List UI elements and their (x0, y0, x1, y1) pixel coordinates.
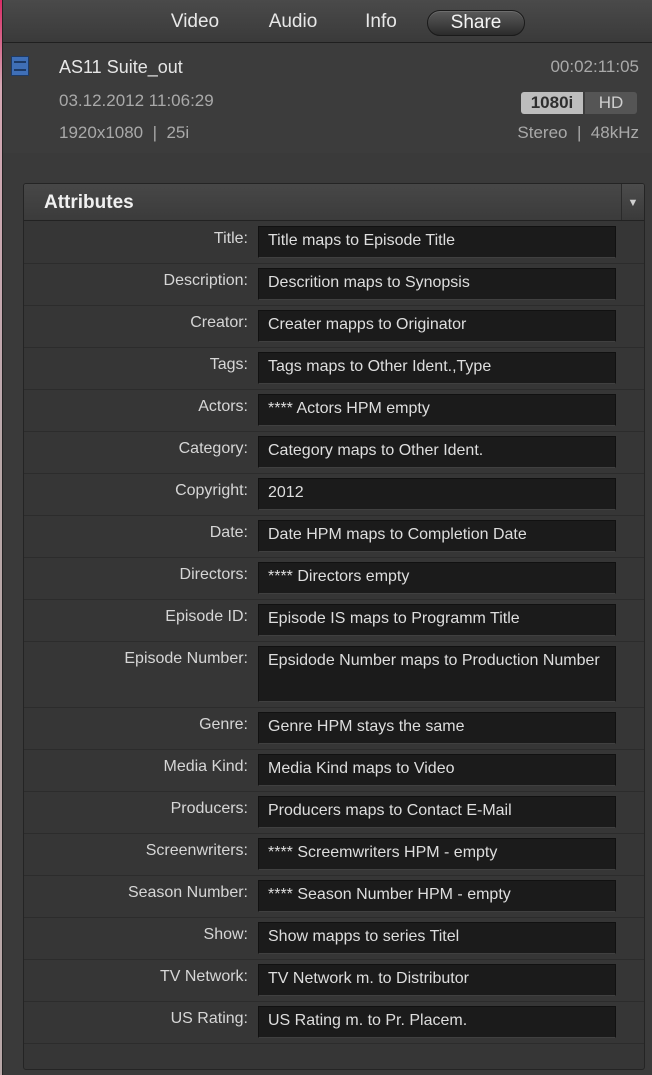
attribute-label: Category: (178, 440, 248, 457)
attribute-value-field[interactable]: Date HPM maps to Completion Date (258, 520, 616, 552)
attributes-panel-header[interactable]: Attributes ▼ (24, 184, 644, 221)
attribute-label: Producers: (170, 800, 248, 817)
attribute-row: Show: Show mapps to series Titel (24, 917, 644, 960)
attribute-value-field[interactable]: Media Kind maps to Video (258, 754, 616, 786)
attribute-value-field[interactable]: **** Season Number HPM - empty (258, 880, 616, 912)
attribute-row: Title: Title maps to Episode Title (24, 221, 644, 264)
attribute-value-field[interactable]: Producers maps to Contact E-Mail (258, 796, 616, 828)
inspector-tab-bar: Video Audio Info Share (3, 0, 652, 43)
clip-name: AS11 Suite_out (59, 57, 183, 77)
attribute-value-field[interactable]: Descrition maps to Synopsis (258, 268, 616, 300)
attribute-row: Category: Category maps to Other Ident. (24, 431, 644, 474)
attribute-value-field[interactable]: US Rating m. to Pr. Placem. (258, 1006, 616, 1038)
attribute-value-field[interactable]: Episode IS maps to Programm Title (258, 604, 616, 636)
tab-video[interactable]: Video (155, 10, 235, 34)
tab-audio[interactable]: Audio (253, 10, 333, 34)
attribute-label: Directors: (179, 566, 248, 583)
attribute-row: Creator: Creater mapps to Originator (24, 305, 644, 348)
attribute-value-field[interactable]: **** Screemwriters HPM - empty (258, 838, 616, 870)
attribute-label: Show: (203, 926, 248, 943)
attribute-label: Description: (163, 272, 248, 289)
format-badge: 1080i (521, 92, 583, 114)
attribute-label: Tags: (209, 356, 248, 373)
attribute-label: Episode ID: (165, 608, 248, 625)
attribute-row: Episode Number: Epsidode Number maps to P… (24, 641, 644, 708)
attribute-label: Screenwriters: (145, 842, 248, 859)
attribute-row: US Rating: US Rating m. to Pr. Placem. (24, 1001, 644, 1044)
attribute-row: Media Kind: Media Kind maps to Video (24, 749, 644, 792)
clip-date: 03.12.2012 11:06:29 (59, 91, 214, 110)
attribute-label: Creator: (190, 314, 248, 331)
attribute-label: Copyright: (175, 482, 248, 499)
attribute-row: Copyright: 2012 (24, 473, 644, 516)
attribute-value-field[interactable]: Genre HPM stays the same (258, 712, 616, 744)
attribute-label: Media Kind: (163, 758, 249, 775)
attribute-row: Episode ID: Episode IS maps to Programm T… (24, 599, 644, 642)
attribute-value-field[interactable]: 2012 (258, 478, 616, 510)
attribute-label: TV Network: (159, 968, 248, 985)
attributes-panel: Attributes ▼ Title: Title maps to Episode… (23, 183, 645, 1070)
clip-audio-format: Stereo | 48kHz (517, 123, 639, 142)
attribute-row: Screenwriters: **** Screemwriters HPM - e… (24, 833, 644, 876)
attribute-row: TV Network: TV Network m. to Distributor (24, 959, 644, 1002)
attribute-label: Episode Number: (124, 650, 248, 667)
attribute-value-field[interactable]: Epsidode Number maps to Production Numbe… (258, 646, 616, 702)
attribute-row: Description: Descrition maps to Synopsis (24, 263, 644, 306)
attribute-value-field[interactable]: Creater mapps to Originator (258, 310, 616, 342)
attribute-row: Directors: **** Directors empty (24, 557, 644, 600)
inspector-app: Video Audio Info Share AS11 Suite_out 00… (0, 0, 652, 1075)
attribute-label: Season Number: (127, 884, 248, 901)
tab-share[interactable]: Share (427, 10, 525, 36)
attribute-label: Date: (209, 524, 248, 541)
attributes-title: Attributes (44, 192, 134, 213)
film-clip-icon (11, 56, 29, 76)
clip-info-header: AS11 Suite_out 00:02:11:05 03.12.2012 11… (3, 43, 652, 153)
attribute-label: Actors: (198, 398, 248, 415)
attribute-row: Season Number: **** Season Number HPM - e… (24, 875, 644, 918)
attribute-value-field[interactable]: Tags maps to Other Ident.,Type (258, 352, 616, 384)
dropdown-arrow-icon[interactable]: ▼ (621, 184, 644, 220)
attribute-label: Title: (213, 230, 248, 247)
attribute-label: US Rating: (170, 1010, 248, 1027)
attribute-value-field[interactable]: Title maps to Episode Title (258, 226, 616, 258)
hd-badge: HD (585, 92, 637, 114)
attribute-value-field[interactable]: **** Actors HPM empty (258, 394, 616, 426)
attribute-row: Tags: Tags maps to Other Ident.,Type (24, 347, 644, 390)
attribute-row: Genre: Genre HPM stays the same (24, 707, 644, 750)
clip-resolution: 1920x1080 | 25i (59, 123, 190, 142)
attribute-value-field[interactable]: Show mapps to series Titel (258, 922, 616, 954)
tab-info[interactable]: Info (351, 10, 411, 34)
attribute-row: Date: Date HPM maps to Completion Date (24, 515, 644, 558)
attribute-row: Actors: **** Actors HPM empty (24, 389, 644, 432)
attribute-value-field[interactable]: **** Directors empty (258, 562, 616, 594)
attribute-value-field[interactable]: Category maps to Other Ident. (258, 436, 616, 468)
attribute-row: Producers: Producers maps to Contact E-Ma… (24, 791, 644, 834)
clip-duration: 00:02:11:05 (550, 57, 639, 76)
attribute-label: Genre: (199, 716, 248, 733)
inspector-window: Video Audio Info Share AS11 Suite_out 00… (2, 0, 652, 1075)
attribute-value-field[interactable]: TV Network m. to Distributor (258, 964, 616, 996)
